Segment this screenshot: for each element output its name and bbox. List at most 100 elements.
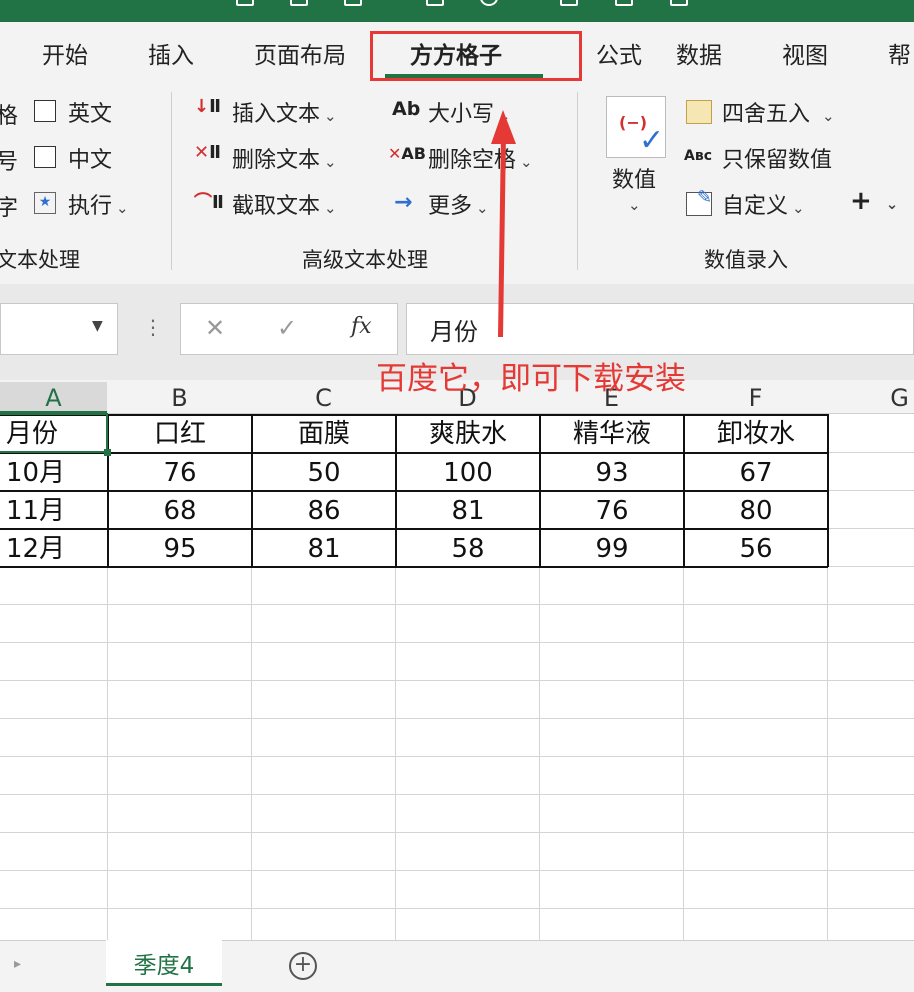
- cell-e3[interactable]: 76: [540, 492, 684, 530]
- chevron-down-icon: ⌄: [792, 199, 805, 217]
- name-box-dropdown-icon[interactable]: ▼: [92, 318, 103, 334]
- tab-formulas[interactable]: 公式: [596, 36, 642, 70]
- insert-text-icon: ↓Ⅱ: [194, 96, 221, 117]
- custom-label: 自定义: [722, 194, 789, 219]
- lock-icon[interactable]: [670, 0, 688, 6]
- group-label-numeric-entry: 数值录入: [704, 248, 788, 272]
- column-header-c[interactable]: C: [252, 382, 395, 414]
- cell-b4[interactable]: 95: [108, 530, 252, 568]
- english-checkbox[interactable]: [34, 100, 56, 122]
- cell-a2[interactable]: 10月: [0, 454, 107, 492]
- cell-f2[interactable]: 67: [684, 454, 828, 492]
- column-header-g[interactable]: G: [828, 382, 914, 414]
- ribbon-edge-text: 号: [0, 150, 19, 175]
- column-header-b[interactable]: B: [108, 382, 251, 414]
- column-header-f[interactable]: F: [684, 382, 827, 414]
- cell-e4[interactable]: 99: [540, 530, 684, 568]
- cell-e1[interactable]: 精华液: [540, 415, 684, 453]
- cell-d1[interactable]: 爽肤水: [396, 415, 540, 453]
- chevron-down-icon: ⌄: [628, 196, 641, 214]
- case-icon: Ab: [392, 98, 421, 120]
- round-icon: [686, 100, 712, 124]
- formula-controls: ✕ ✓ fx: [180, 303, 398, 355]
- annotation-text: 百度它，即可下载安装: [376, 361, 686, 397]
- extract-text-button[interactable]: 截取文本 ⌄: [232, 188, 337, 220]
- numeric-icon: (−) ✓: [606, 96, 666, 158]
- plus-button[interactable]: + ⌄: [850, 186, 898, 216]
- table-icon[interactable]: [290, 0, 308, 6]
- print-icon[interactable]: [560, 0, 578, 6]
- cell-c4[interactable]: 81: [252, 530, 396, 568]
- cancel-icon[interactable]: ✕: [205, 314, 225, 342]
- cell-b3[interactable]: 68: [108, 492, 252, 530]
- delete-text-icon: ✕Ⅱ: [194, 142, 221, 163]
- ribbon-edge-text: 字: [0, 196, 19, 221]
- insert-text-button[interactable]: 插入文本 ⌄: [232, 96, 337, 128]
- delete-space-icon: ✕AB: [388, 144, 426, 163]
- chevron-down-icon: ⌄: [116, 199, 129, 217]
- cell-c3[interactable]: 86: [252, 492, 396, 530]
- cell-c2[interactable]: 50: [252, 454, 396, 492]
- group-label-advanced-text: 高级文本处理: [302, 248, 428, 272]
- extract-text-label: 截取文本: [232, 194, 321, 219]
- chinese-checkbox[interactable]: [34, 146, 56, 168]
- cell-c1[interactable]: 面膜: [252, 415, 396, 453]
- cell-d3[interactable]: 81: [396, 492, 540, 530]
- tab-home[interactable]: 开始: [42, 36, 88, 70]
- keep-value-button[interactable]: 只保留数值: [722, 142, 832, 174]
- round-label: 四舍五入: [722, 102, 811, 127]
- tab-insert[interactable]: 插入: [148, 36, 194, 70]
- chevron-down-icon: ⌄: [324, 107, 337, 125]
- confirm-icon[interactable]: ✓: [277, 314, 297, 342]
- chevron-down-icon: ⌄: [885, 195, 899, 213]
- star-icon: ★: [34, 192, 56, 214]
- grid-icon[interactable]: [426, 0, 444, 6]
- cell-a1[interactable]: 月份: [0, 415, 107, 453]
- insert-text-label: 插入文本: [232, 102, 321, 127]
- ribbon-edge-text: 格: [0, 104, 19, 129]
- cell-f1[interactable]: 卸妆水: [684, 415, 828, 453]
- arrow-right-icon: →: [394, 190, 413, 215]
- numeric-button[interactable]: 数值: [612, 162, 656, 194]
- execute-button[interactable]: 执行 ⌄: [68, 188, 129, 220]
- group-label-text-processing: 文本处理: [0, 248, 80, 272]
- cell-d4[interactable]: 58: [396, 530, 540, 568]
- ribbon-separator: [171, 92, 172, 270]
- cell-a3[interactable]: 11月: [0, 492, 107, 530]
- add-sheet-icon[interactable]: +: [289, 952, 317, 980]
- table-icon-2[interactable]: [344, 0, 362, 6]
- clipboard-icon[interactable]: [615, 0, 633, 6]
- tab-view[interactable]: 视图: [782, 36, 828, 70]
- annotation-highlight-box: [370, 31, 582, 81]
- tab-page-layout[interactable]: 页面布局: [254, 36, 346, 70]
- sheet-tab-label: 季度4: [133, 953, 195, 979]
- chevron-down-icon: ⌄: [324, 153, 337, 171]
- delete-text-label: 删除文本: [232, 148, 321, 173]
- save-icon[interactable]: [236, 0, 254, 6]
- chevron-down-icon: ⌄: [822, 107, 835, 125]
- tab-data[interactable]: 数据: [676, 36, 722, 70]
- english-label: 英文: [68, 102, 113, 127]
- column-header-a[interactable]: A: [0, 382, 107, 414]
- cell-b1[interactable]: 口红: [108, 415, 252, 453]
- cell-e2[interactable]: 93: [540, 454, 684, 492]
- cell-d2[interactable]: 100: [396, 454, 540, 492]
- fx-icon[interactable]: fx: [351, 314, 372, 339]
- cell-a4[interactable]: 12月: [0, 530, 107, 568]
- round-button[interactable]: 四舍五入 ⌄: [722, 96, 835, 128]
- execute-label: 执行: [68, 194, 113, 219]
- keep-value-icon: Aʙc: [684, 148, 712, 164]
- cell-f4[interactable]: 56: [684, 530, 828, 568]
- tab-help[interactable]: 帮: [888, 36, 911, 70]
- clock-icon[interactable]: [480, 0, 498, 6]
- annotation-arrow: [491, 110, 516, 337]
- chevron-down-icon: ⌄: [324, 199, 337, 217]
- cell-f3[interactable]: 80: [684, 492, 828, 530]
- more-vertical-icon[interactable]: ⋮: [143, 315, 163, 339]
- chinese-label: 中文: [68, 148, 113, 173]
- cell-b2[interactable]: 76: [108, 454, 252, 492]
- delete-text-button[interactable]: 删除文本 ⌄: [232, 142, 337, 174]
- custom-button[interactable]: 自定义 ⌄: [722, 188, 805, 220]
- custom-icon: ✎: [686, 187, 712, 216]
- scroll-left-icon[interactable]: ▸: [14, 956, 21, 972]
